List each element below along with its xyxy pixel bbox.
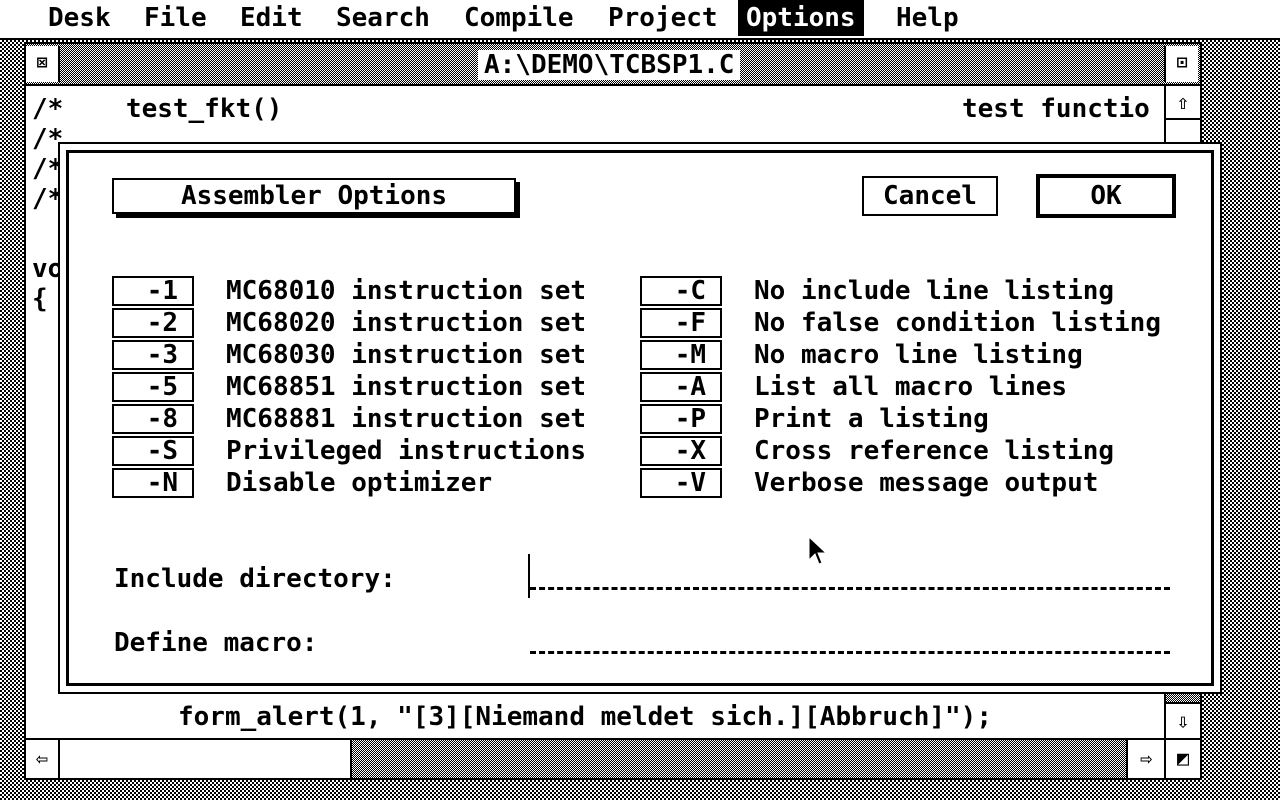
option-key-8[interactable]: -8 <box>112 404 194 434</box>
window-title: A:\DEMO\TCBSP1.C <box>478 50 741 80</box>
option-key-p[interactable]: -P <box>640 404 722 434</box>
cancel-button[interactable]: Cancel <box>862 176 998 216</box>
option-label: Cross reference listing <box>754 436 1115 466</box>
menu-bar: Desk File Edit Search Compile Project Op… <box>0 0 1280 40</box>
define-macro-label: Define macro: <box>114 628 318 658</box>
assembler-options-dialog: Assembler Options Cancel OK -1 MC68010 i… <box>58 142 1222 694</box>
ok-button[interactable]: OK <box>1036 174 1176 218</box>
dialog-title: Assembler Options <box>112 178 516 214</box>
option-key-c[interactable]: -C <box>640 276 722 306</box>
option-key-x[interactable]: -X <box>640 436 722 466</box>
option-key-a[interactable]: -A <box>640 372 722 402</box>
scroll-up-button[interactable]: ⇧ <box>1166 86 1200 120</box>
menu-edit[interactable]: Edit <box>232 0 311 36</box>
close-icon: ⊠ <box>36 52 48 73</box>
resize-button[interactable]: ◩ <box>1164 738 1200 778</box>
menu-help[interactable]: Help <box>888 0 967 36</box>
option-key-5[interactable]: -5 <box>112 372 194 402</box>
arrow-right-icon: ⇨ <box>1139 746 1153 770</box>
option-key-1[interactable]: -1 <box>112 276 194 306</box>
menu-compile[interactable]: Compile <box>456 0 582 36</box>
include-directory-label: Include directory: <box>114 564 396 594</box>
option-label: MC68851 instruction set <box>226 372 587 402</box>
option-label: MC68010 instruction set <box>226 276 587 306</box>
option-key-n[interactable]: -N <box>112 468 194 498</box>
mouse-pointer-icon <box>808 536 828 565</box>
option-key-f[interactable]: -F <box>640 308 722 338</box>
option-label: No false condition listing <box>754 308 1161 338</box>
option-label: MC68030 instruction set <box>226 340 587 370</box>
menu-options[interactable]: Options <box>738 0 864 36</box>
define-macro-input[interactable] <box>530 628 1170 658</box>
window-title-bar[interactable]: ⊠ A:\DEMO\TCBSP1.C ⊡ <box>26 44 1200 86</box>
menu-search[interactable]: Search <box>328 0 438 36</box>
scroll-left-button[interactable]: ⇦ <box>26 740 60 778</box>
arrow-up-icon: ⇧ <box>1176 90 1190 114</box>
arrow-left-icon: ⇦ <box>35 746 49 770</box>
horizontal-scroll-thumb[interactable] <box>62 740 352 778</box>
option-label: Print a listing <box>754 404 989 434</box>
option-label: MC68020 instruction set <box>226 308 587 338</box>
option-key-s[interactable]: -S <box>112 436 194 466</box>
option-key-m[interactable]: -M <box>640 340 722 370</box>
close-button[interactable]: ⊠ <box>26 46 60 82</box>
option-key-v[interactable]: -V <box>640 468 722 498</box>
option-label: List all macro lines <box>754 372 1068 402</box>
option-label: No macro line listing <box>754 340 1083 370</box>
option-label: Disable optimizer <box>226 468 493 498</box>
arrow-down-icon: ⇩ <box>1176 709 1190 733</box>
menu-file[interactable]: File <box>136 0 215 36</box>
include-directory-input[interactable] <box>530 564 1170 594</box>
scroll-down-button[interactable]: ⇩ <box>1166 702 1200 738</box>
code-line: /* test_fkt() <box>32 94 283 124</box>
fuller-icon: ⊡ <box>1176 52 1188 73</box>
scroll-right-button[interactable]: ⇨ <box>1126 740 1164 778</box>
horizontal-scroll-track[interactable] <box>352 740 1126 778</box>
text-cursor <box>528 554 530 598</box>
fuller-button[interactable]: ⊡ <box>1164 46 1198 82</box>
option-key-2[interactable]: -2 <box>112 308 194 338</box>
menu-desk[interactable]: Desk <box>40 0 119 36</box>
code-comment-right: test functio <box>962 94 1150 124</box>
option-label: Privileged instructions <box>226 436 587 466</box>
code-line: { <box>32 284 48 314</box>
menu-project[interactable]: Project <box>600 0 726 36</box>
horizontal-scrollbar[interactable]: ⇦ ⇨ <box>26 738 1164 778</box>
option-label: Verbose message output <box>754 468 1099 498</box>
option-label: No include line listing <box>754 276 1115 306</box>
resize-icon: ◩ <box>1176 746 1190 770</box>
option-label: MC68881 instruction set <box>226 404 587 434</box>
option-key-3[interactable]: -3 <box>112 340 194 370</box>
